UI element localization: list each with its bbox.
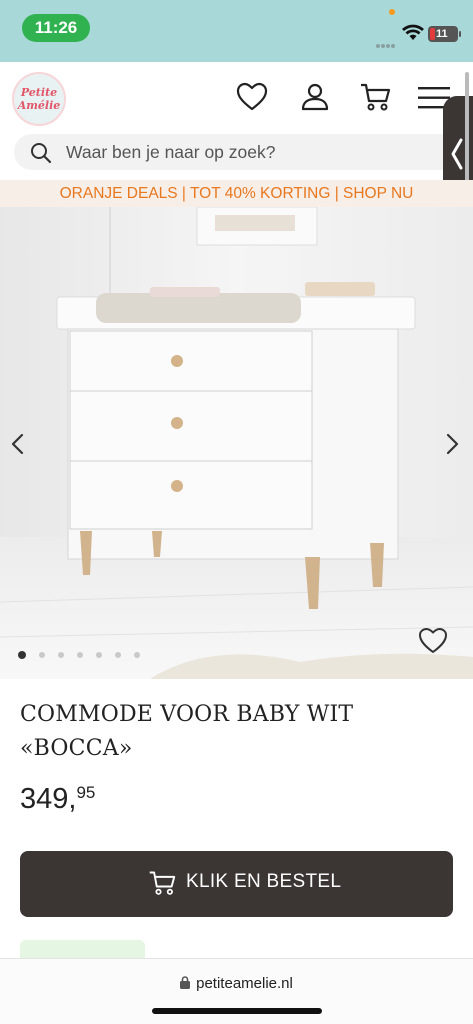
carousel-next-icon[interactable] — [442, 432, 462, 456]
cart-icon — [149, 871, 176, 895]
home-indicator[interactable] — [152, 1008, 322, 1014]
carousel-prev-icon[interactable] — [8, 432, 28, 456]
carousel-dot[interactable] — [96, 651, 102, 658]
battery-level: 11 — [436, 28, 448, 40]
order-button-label: KLIK EN BESTEL — [186, 871, 342, 892]
logo-text-line2: Amélie — [17, 99, 61, 112]
wishlist-heart-icon[interactable] — [418, 627, 448, 655]
carousel-dot[interactable] — [77, 651, 83, 658]
privacy-indicator-dot — [389, 9, 395, 15]
search-bar[interactable] — [14, 134, 460, 170]
order-button[interactable]: KLIK EN BESTEL — [20, 851, 453, 917]
product-price: 349,95 — [20, 783, 95, 816]
lock-icon — [180, 976, 191, 989]
battery-indicator: 11 — [428, 26, 461, 42]
carousel-dots[interactable] — [18, 646, 153, 659]
carousel-dot[interactable] — [58, 651, 64, 658]
carousel-dot[interactable] — [134, 651, 140, 658]
cellular-signal-icon — [376, 35, 396, 53]
carousel-dot[interactable] — [39, 651, 45, 658]
product-title: COMMODE VOOR BABY WIT «BOCCA» — [20, 698, 450, 766]
cart-icon[interactable] — [359, 82, 391, 112]
price-main: 349, — [20, 783, 77, 815]
product-title-line1: COMMODE VOOR BABY WIT — [20, 702, 354, 727]
promo-banner[interactable]: ORANJE DEALS | TOT 40% KORTING | SHOP NU — [0, 180, 473, 207]
browser-bottom-bar: petiteamelie.nl — [0, 958, 473, 1024]
product-image-carousel[interactable] — [0, 207, 473, 679]
carousel-dot[interactable] — [18, 650, 26, 659]
logo-text-line1: Petite — [20, 86, 58, 99]
site-logo[interactable]: Petite Amélie — [12, 72, 66, 126]
heart-icon[interactable] — [236, 82, 268, 112]
carousel-dot[interactable] — [115, 651, 121, 658]
url-bar[interactable]: petiteamelie.nl — [0, 975, 473, 992]
status-bar: 11:26 11 — [0, 0, 473, 62]
product-photo — [0, 207, 473, 679]
partial-badge — [20, 940, 145, 960]
wifi-icon — [402, 24, 424, 40]
status-time: 11:26 — [22, 14, 90, 42]
search-icon — [31, 143, 52, 164]
user-icon[interactable] — [300, 82, 330, 112]
price-cents: 95 — [76, 783, 96, 802]
url-text: petiteamelie.nl — [196, 975, 293, 992]
chevron-left-icon — [451, 138, 463, 170]
product-title-line2: «BOCCA» — [20, 736, 133, 761]
search-input[interactable] — [66, 134, 426, 170]
